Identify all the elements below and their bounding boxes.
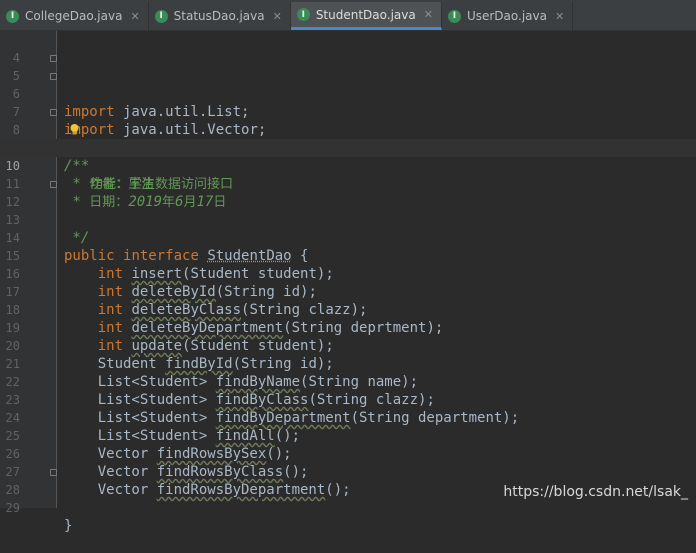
editor-tab-bar: I CollegeDao.java ✕ I StatusDao.java ✕ I… bbox=[0, 0, 696, 31]
line-number: 29 bbox=[5, 501, 20, 515]
close-tab-icon[interactable]: ✕ bbox=[130, 10, 139, 23]
fold-marker-icon[interactable] bbox=[50, 109, 57, 116]
code-line[interactable]: 27 Vector findRowsByDepartment(); bbox=[0, 445, 696, 498]
code-line[interactable]: 20 Student findById(String id); bbox=[0, 319, 696, 372]
tab-student-dao[interactable]: I StudentDao.java ✕ bbox=[290, 2, 442, 30]
code-line[interactable]: 22 List<Student> findByClass(String claz… bbox=[0, 355, 696, 408]
close-tab-icon[interactable]: ✕ bbox=[555, 10, 564, 23]
code-line[interactable]: 8 /** bbox=[0, 103, 696, 174]
fold-marker-icon[interactable] bbox=[50, 181, 57, 188]
code-line[interactable]: 15 int insert(Student student); bbox=[0, 229, 696, 282]
watermark-text: https://blog.csdn.net/lsak_ bbox=[503, 484, 688, 500]
tab-status-dao[interactable]: I StatusDao.java ✕ bbox=[149, 2, 291, 30]
code-line[interactable]: 5 import java.util.List; bbox=[0, 49, 696, 120]
close-tab-icon[interactable]: ✕ bbox=[424, 8, 433, 21]
code-line[interactable]: 9 功能：学生数据访问接口 bbox=[0, 121, 696, 192]
code-line[interactable]: 21 List<Student> findByName(String name)… bbox=[0, 337, 696, 390]
code-line[interactable]: 23 List<Student> findByDepartment(String… bbox=[0, 373, 696, 426]
tab-label: CollegeDao.java bbox=[25, 9, 123, 23]
code-line[interactable]: 25 Vector findRowsBySex(); bbox=[0, 409, 696, 462]
code-line[interactable]: 12 */ bbox=[0, 175, 696, 246]
fold-marker-icon[interactable] bbox=[50, 469, 57, 476]
tab-label: StudentDao.java bbox=[315, 7, 416, 22]
lightbulb-icon[interactable] bbox=[70, 124, 79, 135]
code-line[interactable]: 6 import java.util.Vector; bbox=[0, 67, 696, 138]
code-line[interactable]: 17 int deleteByClass(String clazz); bbox=[0, 265, 696, 318]
code-line[interactable]: 14 public interface StudentDao { bbox=[0, 211, 696, 264]
tab-label: UserDao.java bbox=[466, 9, 547, 23]
code-editor[interactable]: 4 5 import java.util.List; 6 import java… bbox=[0, 31, 696, 534]
close-tab-icon[interactable]: ✕ bbox=[273, 10, 282, 23]
tab-user-dao[interactable]: I UserDao.java ✕ bbox=[442, 2, 574, 30]
code-line[interactable]: 18 int deleteByDepartment(String deprtme… bbox=[0, 283, 696, 336]
code-line[interactable]: 13 bbox=[0, 193, 696, 227]
code-line-current[interactable]: 10 * 作者：王洁 bbox=[0, 139, 696, 192]
fold-marker-icon[interactable] bbox=[50, 73, 57, 80]
fold-marker-icon[interactable] bbox=[50, 55, 57, 62]
code-line[interactable]: 26 Vector findRowsByClass(); bbox=[0, 427, 696, 480]
interface-file-icon: I bbox=[154, 9, 168, 23]
interface-file-icon: I bbox=[296, 8, 310, 21]
code-line[interactable]: 24 List<Student> findAll(); bbox=[0, 391, 696, 444]
code-line[interactable]: 11 * 日期：2019年6月17日 bbox=[0, 157, 696, 210]
interface-file-icon: I bbox=[6, 9, 19, 23]
code-text: } bbox=[64, 518, 73, 534]
code-line[interactable]: 16 int deleteById(String id); bbox=[0, 247, 696, 300]
interface-file-icon: I bbox=[447, 9, 461, 23]
tab-label: StatusDao.java bbox=[173, 9, 265, 23]
code-line[interactable]: 4 bbox=[0, 31, 696, 65]
code-line[interactable]: 19 int update(Student student); bbox=[0, 301, 696, 354]
code-line[interactable]: 7 bbox=[0, 85, 696, 119]
code-line[interactable]: 28 } bbox=[0, 463, 696, 534]
tab-college-dao[interactable]: I CollegeDao.java ✕ bbox=[0, 2, 149, 30]
